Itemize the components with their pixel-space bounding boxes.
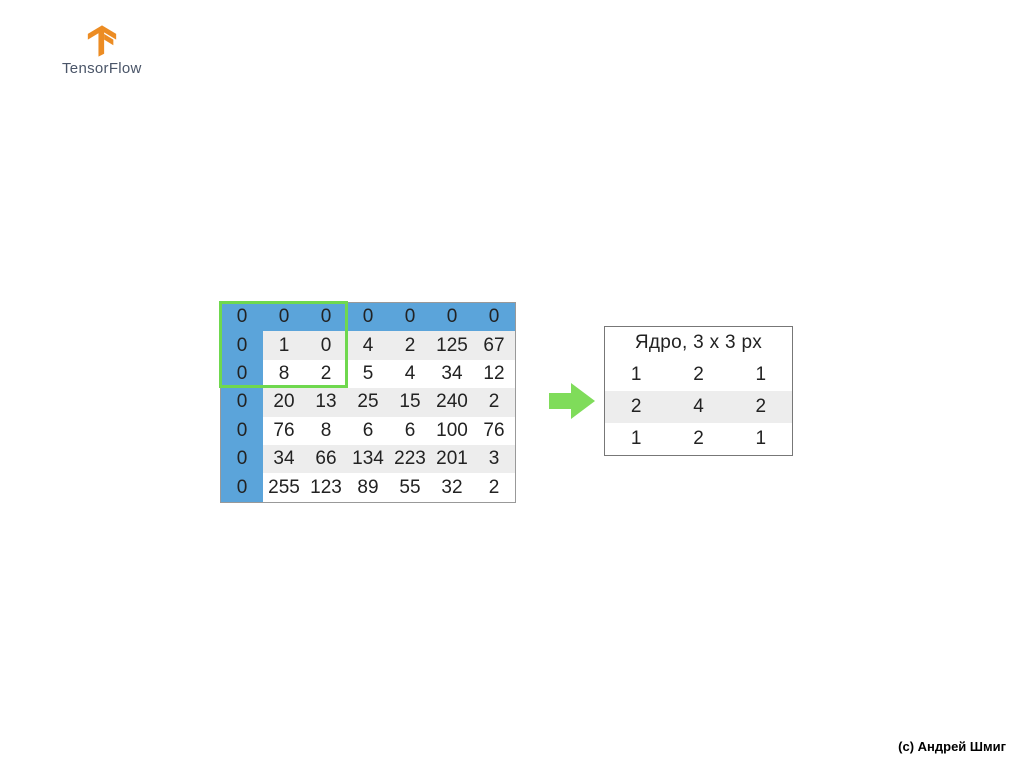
matrix-cell: 2 <box>473 388 515 416</box>
matrix-cell: 25 <box>347 388 389 416</box>
matrix-cell: 0 <box>221 473 263 501</box>
kernel-cell: 1 <box>730 423 792 455</box>
matrix-cell: 55 <box>389 473 431 501</box>
matrix-cell: 240 <box>431 388 473 416</box>
matrix-cell: 201 <box>431 445 473 473</box>
arrow-right-icon <box>549 381 595 421</box>
matrix-cell: 89 <box>347 473 389 501</box>
kernel-cell: 4 <box>667 391 729 423</box>
matrix-cell: 2 <box>389 331 431 359</box>
matrix-cell: 4 <box>347 331 389 359</box>
matrix-cell: 255 <box>263 473 305 501</box>
matrix-cell: 34 <box>431 360 473 388</box>
matrix-cell: 2 <box>473 473 515 501</box>
matrix-cell: 6 <box>389 417 431 445</box>
matrix-cell: 12 <box>473 360 515 388</box>
matrix-cell: 100 <box>431 417 473 445</box>
kernel-title: Ядро, 3 x 3 px <box>605 327 792 359</box>
tensorflow-logo: TensorFlow <box>62 24 142 77</box>
credit-text: (c) Андрей Шмиг <box>898 739 1006 754</box>
matrix-cell: 8 <box>305 417 347 445</box>
tensorflow-icon <box>85 24 119 58</box>
matrix-cell: 66 <box>305 445 347 473</box>
matrix-cell: 6 <box>347 417 389 445</box>
kernel-cell: 1 <box>605 423 667 455</box>
kernel-cell: 1 <box>605 359 667 391</box>
kernel-cell: 2 <box>667 359 729 391</box>
matrix-cell: 3 <box>473 445 515 473</box>
matrix-cell: 0 <box>473 303 515 331</box>
matrix-cell: 20 <box>263 388 305 416</box>
kernel-cell: 2 <box>605 391 667 423</box>
matrix-cell: 13 <box>305 388 347 416</box>
kernel-cell: 2 <box>730 391 792 423</box>
matrix-cell: 0 <box>221 303 263 331</box>
matrix-cell: 223 <box>389 445 431 473</box>
matrix-cell: 134 <box>347 445 389 473</box>
brand-name: TensorFlow <box>62 60 142 77</box>
matrix-cell: 32 <box>431 473 473 501</box>
matrix-cell: 2 <box>305 360 347 388</box>
matrix-cell: 67 <box>473 331 515 359</box>
kernel-cell: 1 <box>730 359 792 391</box>
matrix-cell: 0 <box>305 303 347 331</box>
matrix-cell: 0 <box>221 445 263 473</box>
matrix-cell: 0 <box>389 303 431 331</box>
matrix-cell: 4 <box>389 360 431 388</box>
matrix-cell: 0 <box>221 388 263 416</box>
matrix-cell: 0 <box>221 331 263 359</box>
matrix-cell: 0 <box>221 360 263 388</box>
matrix-cell: 0 <box>263 303 305 331</box>
matrix-cell: 76 <box>473 417 515 445</box>
matrix-cell: 76 <box>263 417 305 445</box>
matrix-cell: 8 <box>263 360 305 388</box>
matrix-cell: 123 <box>305 473 347 501</box>
matrix-cell: 34 <box>263 445 305 473</box>
matrix-cell: 0 <box>431 303 473 331</box>
matrix-cell: 125 <box>431 331 473 359</box>
kernel-table: Ядро, 3 x 3 px 121242121 <box>604 326 793 456</box>
kernel-cell: 2 <box>667 423 729 455</box>
matrix-cell: 15 <box>389 388 431 416</box>
input-matrix: 0000000010421256708254341202013251524020… <box>220 302 516 503</box>
matrix-cell: 1 <box>263 331 305 359</box>
matrix-cell: 0 <box>305 331 347 359</box>
matrix-cell: 0 <box>221 417 263 445</box>
matrix-cell: 0 <box>347 303 389 331</box>
matrix-cell: 5 <box>347 360 389 388</box>
